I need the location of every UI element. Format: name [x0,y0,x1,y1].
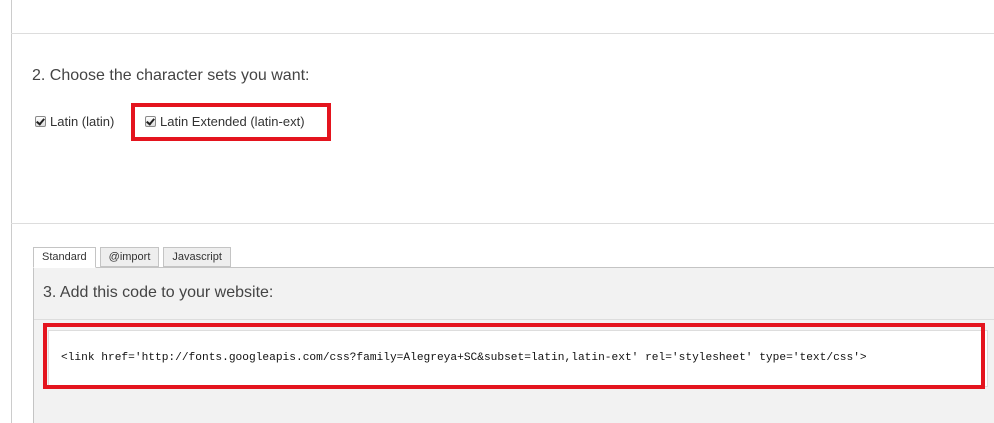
top-divider [11,33,994,34]
panel-divider [34,319,994,320]
code-highlight [43,323,985,389]
charset-latin[interactable]: Latin (latin) [35,114,114,129]
step2-title: 2. Choose the character sets you want: [32,67,310,84]
charset-latin-label: Latin (latin) [50,114,115,129]
latin-checkbox[interactable] [35,116,46,127]
tab-import[interactable]: @import [99,247,160,267]
latin-ext-highlight [131,103,331,141]
embed-tabs: Standard @import Javascript [33,247,235,268]
middle-divider [11,223,994,224]
step3-title: 3. Add this code to your website: [43,284,274,301]
left-border [11,0,12,423]
tab-standard[interactable]: Standard [33,247,96,268]
font-embed-page: 2. Choose the character sets you want: L… [0,0,994,423]
tab-javascript[interactable]: Javascript [163,247,231,267]
